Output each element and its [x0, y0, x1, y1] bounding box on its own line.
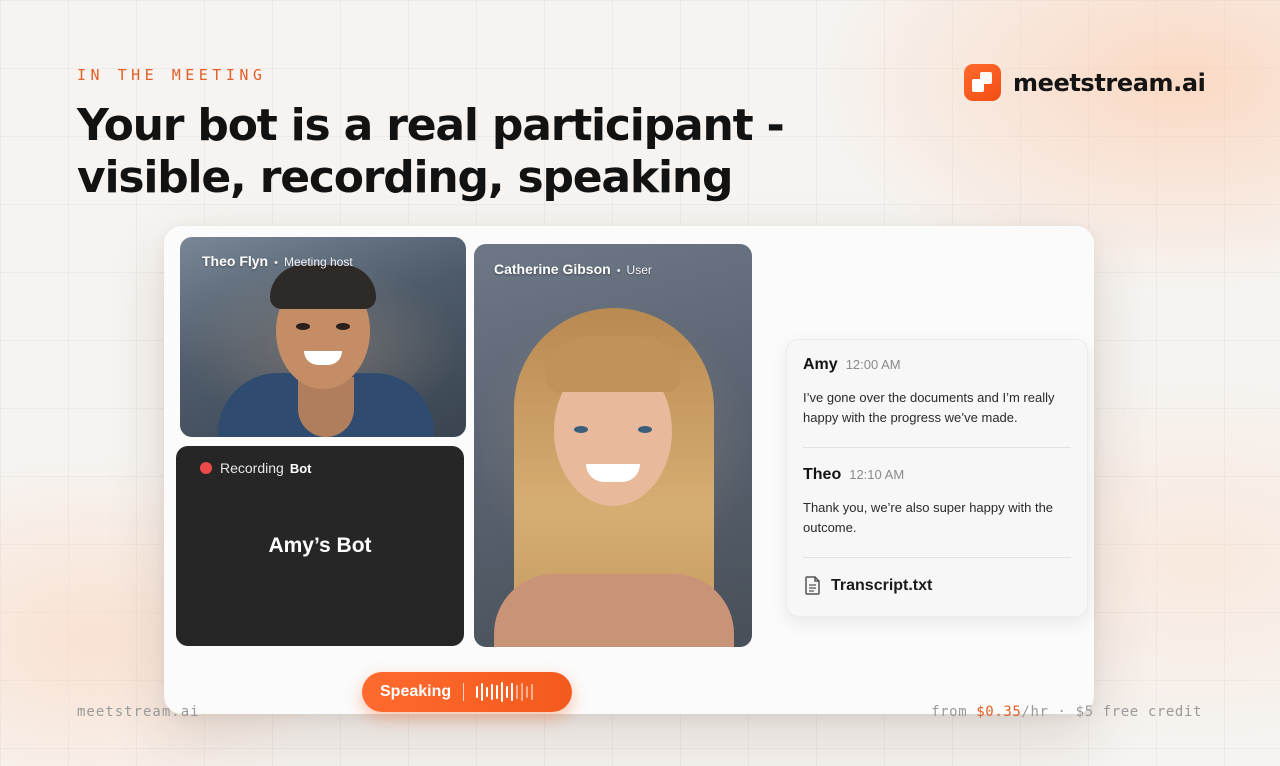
bot-tag: Bot [289, 460, 312, 476]
chat-message: Theo 12:10 AM Thank you, we’re also supe… [803, 466, 1071, 537]
brand-lockup[interactable]: meetstream.ai [964, 64, 1206, 101]
bot-tile[interactable]: Recording Bot Amy’s Bot [176, 446, 464, 646]
participant-role: Meeting host [283, 255, 353, 269]
transcript-filename: Transcript.txt [831, 576, 933, 594]
footer-domain: meetstream.ai [77, 704, 200, 720]
participant-video-catherine [474, 244, 752, 647]
participant-name: Catherine Gibson [494, 261, 611, 277]
participant-tile-catherine[interactable]: Catherine Gibson • User [474, 244, 752, 647]
headline-line-1: Your bot is a real participant - [77, 100, 785, 151]
message-time: 12:10 AM [849, 467, 905, 482]
message-text: Thank you, we’re also super happy with t… [803, 500, 1054, 535]
participant-label-catherine: Catherine Gibson • User [494, 261, 652, 277]
participant-role: User [626, 263, 652, 277]
section-eyebrow: IN THE MEETING [77, 66, 267, 84]
chat-divider [803, 447, 1071, 448]
recording-dot-icon [200, 462, 212, 474]
bot-name: Amy’s Bot [268, 534, 372, 557]
headline-line-2: visible, recording, speaking [77, 152, 733, 203]
message-time: 12:00 AM [845, 357, 901, 372]
participant-label-theo: Theo Flyn • Meeting host [202, 253, 353, 269]
brand-name: meetstream.ai [1013, 68, 1206, 97]
chat-divider [803, 557, 1071, 558]
speaking-label: Speaking [380, 683, 452, 700]
chat-panel: Amy 12:00 AM I’ve gone over the document… [786, 339, 1088, 617]
footer-pricing: from $0.35/hr · $5 free credit [931, 704, 1202, 720]
chat-message: Amy 12:00 AM I’ve gone over the document… [803, 356, 1071, 427]
recording-label: Recording [220, 460, 284, 476]
audio-waveform-icon [476, 681, 536, 703]
transcript-attachment[interactable]: Transcript.txt [805, 576, 932, 595]
message-text: I’ve gone over the documents and I’m rea… [803, 390, 1055, 425]
message-author: Theo [803, 466, 842, 483]
message-author: Amy [803, 356, 838, 373]
participant-name: Theo Flyn [202, 253, 269, 269]
meetstream-logo-icon [964, 64, 1001, 101]
participant-tile-theo[interactable]: Theo Flyn • Meeting host [180, 237, 466, 437]
speaking-indicator: Speaking [362, 672, 572, 712]
price-value: $0.35 [976, 704, 1022, 720]
recording-indicator: Recording Bot [200, 460, 312, 476]
file-icon [805, 576, 820, 595]
page-headline: Your bot is a real participant - visible… [77, 100, 785, 204]
